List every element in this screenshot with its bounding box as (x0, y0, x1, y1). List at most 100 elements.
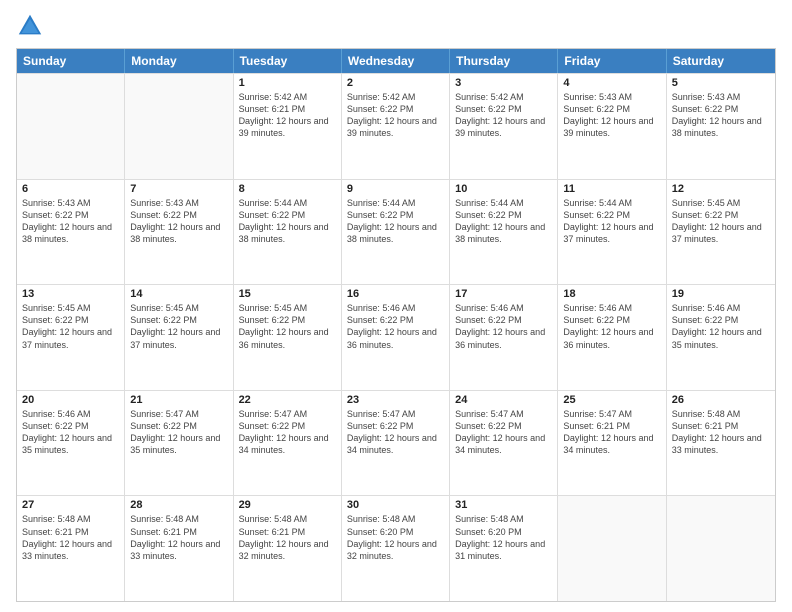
calendar-day-cell: 18 Sunrise: 5:46 AMSunset: 6:22 PMDayligh… (558, 285, 666, 390)
calendar-day-cell: 9Sunrise: 5:44 AMSunset: 6:22 PMDaylight… (342, 180, 450, 285)
day-info: Sunrise: 5:43 AMSunset: 6:22 PMDaylight:… (22, 197, 119, 246)
day-info: Sunrise: 5:46 AMSunset: 6:22 PMDaylight:… (347, 302, 444, 351)
calendar-day-cell: 25 Sunrise: 5:47 AMSunset: 6:21 PMDayligh… (558, 391, 666, 496)
calendar-week-row: 6 Sunrise: 5:43 AMSunset: 6:22 PMDaylight… (17, 179, 775, 285)
day-number: 4 (563, 77, 660, 89)
calendar-header: SundayMondayTuesdayWednesdayThursdayFrid… (17, 49, 775, 73)
day-number: 26 (672, 394, 770, 406)
calendar-day-cell: 23Sunrise: 5:47 AMSunset: 6:22 PMDayligh… (342, 391, 450, 496)
day-info: Sunrise: 5:45 AMSunset: 6:22 PMDaylight:… (130, 302, 227, 351)
day-info: Sunrise: 5:45 AMSunset: 6:22 PMDaylight:… (672, 197, 770, 246)
day-info: Sunrise: 5:43 AMSunset: 6:22 PMDaylight:… (130, 197, 227, 246)
calendar-day-cell: 11 Sunrise: 5:44 AMSunset: 6:22 PMDayligh… (558, 180, 666, 285)
calendar-day-cell: 14 Sunrise: 5:45 AMSunset: 6:22 PMDayligh… (125, 285, 233, 390)
day-number: 8 (239, 183, 336, 195)
day-number: 29 (239, 499, 336, 511)
day-number: 9 (347, 183, 444, 195)
day-info: Sunrise: 5:44 AMSunset: 6:22 PMDaylight:… (563, 197, 660, 246)
calendar-day-cell: 20 Sunrise: 5:46 AMSunset: 6:22 PMDayligh… (17, 391, 125, 496)
calendar-day-cell: 27Sunrise: 5:48 AMSunset: 6:21 PMDayligh… (17, 496, 125, 601)
day-number: 11 (563, 183, 660, 195)
header (16, 12, 776, 40)
calendar-body: 1 Sunrise: 5:42 AMSunset: 6:21 PMDaylight… (17, 73, 775, 601)
day-info: Sunrise: 5:46 AMSunset: 6:22 PMDaylight:… (22, 408, 119, 457)
calendar-day-cell: 28Sunrise: 5:48 AMSunset: 6:21 PMDayligh… (125, 496, 233, 601)
day-info: Sunrise: 5:46 AMSunset: 6:22 PMDaylight:… (455, 302, 552, 351)
day-number: 20 (22, 394, 119, 406)
calendar-week-row: 20 Sunrise: 5:46 AMSunset: 6:22 PMDayligh… (17, 390, 775, 496)
calendar-header-cell: Sunday (17, 49, 125, 73)
calendar-day-cell: 8 Sunrise: 5:44 AMSunset: 6:22 PMDaylight… (234, 180, 342, 285)
calendar-day-cell (667, 496, 775, 601)
calendar-header-cell: Friday (558, 49, 666, 73)
day-info: Sunrise: 5:47 AMSunset: 6:22 PMDaylight:… (347, 408, 444, 457)
day-number: 3 (455, 77, 552, 89)
day-number: 25 (563, 394, 660, 406)
day-info: Sunrise: 5:48 AMSunset: 6:20 PMDaylight:… (347, 513, 444, 562)
calendar-day-cell: 7 Sunrise: 5:43 AMSunset: 6:22 PMDaylight… (125, 180, 233, 285)
day-number: 17 (455, 288, 552, 300)
calendar-day-cell: 19 Sunrise: 5:46 AMSunset: 6:22 PMDayligh… (667, 285, 775, 390)
calendar-week-row: 1 Sunrise: 5:42 AMSunset: 6:21 PMDaylight… (17, 73, 775, 179)
day-number: 31 (455, 499, 552, 511)
calendar-week-row: 27 Sunrise: 5:48 AMSunset: 6:21 PMDayligh… (17, 495, 775, 601)
day-number: 27 (22, 499, 119, 511)
day-info: Sunrise: 5:47 AMSunset: 6:21 PMDaylight:… (563, 408, 660, 457)
day-info: Sunrise: 5:42 AMSunset: 6:22 PMDaylight:… (347, 91, 444, 140)
calendar-day-cell: 13 Sunrise: 5:45 AMSunset: 6:22 PMDayligh… (17, 285, 125, 390)
calendar-week-row: 13 Sunrise: 5:45 AMSunset: 6:22 PMDayligh… (17, 284, 775, 390)
calendar-day-cell: 22 Sunrise: 5:47 AMSunset: 6:22 PMDayligh… (234, 391, 342, 496)
day-info: Sunrise: 5:44 AMSunset: 6:22 PMDaylight:… (239, 197, 336, 246)
calendar: SundayMondayTuesdayWednesdayThursdayFrid… (16, 48, 776, 602)
day-number: 19 (672, 288, 770, 300)
day-info: Sunrise: 5:43 AMSunset: 6:22 PMDaylight:… (672, 91, 770, 140)
day-number: 21 (130, 394, 227, 406)
calendar-day-cell (558, 496, 666, 601)
day-info: Sunrise: 5:43 AMSunset: 6:22 PMDaylight:… (563, 91, 660, 140)
calendar-header-cell: Saturday (667, 49, 775, 73)
day-info: Sunrise: 5:46 AMSunset: 6:22 PMDaylight:… (672, 302, 770, 351)
day-number: 6 (22, 183, 119, 195)
day-info: Sunrise: 5:44 AMSunset: 6:22 PMDaylight:… (455, 197, 552, 246)
calendar-day-cell: 1 Sunrise: 5:42 AMSunset: 6:21 PMDaylight… (234, 74, 342, 179)
calendar-day-cell: 29Sunrise: 5:48 AMSunset: 6:21 PMDayligh… (234, 496, 342, 601)
calendar-day-cell: 15 Sunrise: 5:45 AMSunset: 6:22 PMDayligh… (234, 285, 342, 390)
day-number: 12 (672, 183, 770, 195)
day-number: 14 (130, 288, 227, 300)
day-number: 13 (22, 288, 119, 300)
calendar-day-cell: 16 Sunrise: 5:46 AMSunset: 6:22 PMDayligh… (342, 285, 450, 390)
calendar-header-cell: Monday (125, 49, 233, 73)
day-number: 1 (239, 77, 336, 89)
day-number: 10 (455, 183, 552, 195)
day-info: Sunrise: 5:45 AMSunset: 6:22 PMDaylight:… (22, 302, 119, 351)
day-number: 24 (455, 394, 552, 406)
day-number: 16 (347, 288, 444, 300)
day-info: Sunrise: 5:48 AMSunset: 6:21 PMDaylight:… (672, 408, 770, 457)
day-number: 18 (563, 288, 660, 300)
day-info: Sunrise: 5:46 AMSunset: 6:22 PMDaylight:… (563, 302, 660, 351)
day-info: Sunrise: 5:47 AMSunset: 6:22 PMDaylight:… (455, 408, 552, 457)
calendar-day-cell: 2 Sunrise: 5:42 AMSunset: 6:22 PMDaylight… (342, 74, 450, 179)
calendar-day-cell: 26 Sunrise: 5:48 AMSunset: 6:21 PMDayligh… (667, 391, 775, 496)
calendar-header-cell: Wednesday (342, 49, 450, 73)
day-info: Sunrise: 5:48 AMSunset: 6:20 PMDaylight:… (455, 513, 552, 562)
day-number: 15 (239, 288, 336, 300)
day-number: 5 (672, 77, 770, 89)
day-info: Sunrise: 5:47 AMSunset: 6:22 PMDaylight:… (239, 408, 336, 457)
day-info: Sunrise: 5:42 AMSunset: 6:22 PMDaylight:… (455, 91, 552, 140)
logo-icon (16, 12, 44, 40)
day-number: 2 (347, 77, 444, 89)
calendar-header-cell: Thursday (450, 49, 558, 73)
calendar-day-cell: 6 Sunrise: 5:43 AMSunset: 6:22 PMDaylight… (17, 180, 125, 285)
calendar-day-cell: 30 Sunrise: 5:48 AMSunset: 6:20 PMDayligh… (342, 496, 450, 601)
day-info: Sunrise: 5:45 AMSunset: 6:22 PMDaylight:… (239, 302, 336, 351)
day-number: 7 (130, 183, 227, 195)
day-number: 22 (239, 394, 336, 406)
page: SundayMondayTuesdayWednesdayThursdayFrid… (0, 0, 792, 612)
calendar-day-cell: 31 Sunrise: 5:48 AMSunset: 6:20 PMDayligh… (450, 496, 558, 601)
calendar-day-cell: 21Sunrise: 5:47 AMSunset: 6:22 PMDayligh… (125, 391, 233, 496)
day-info: Sunrise: 5:48 AMSunset: 6:21 PMDaylight:… (130, 513, 227, 562)
day-info: Sunrise: 5:42 AMSunset: 6:21 PMDaylight:… (239, 91, 336, 140)
calendar-day-cell (17, 74, 125, 179)
day-number: 30 (347, 499, 444, 511)
